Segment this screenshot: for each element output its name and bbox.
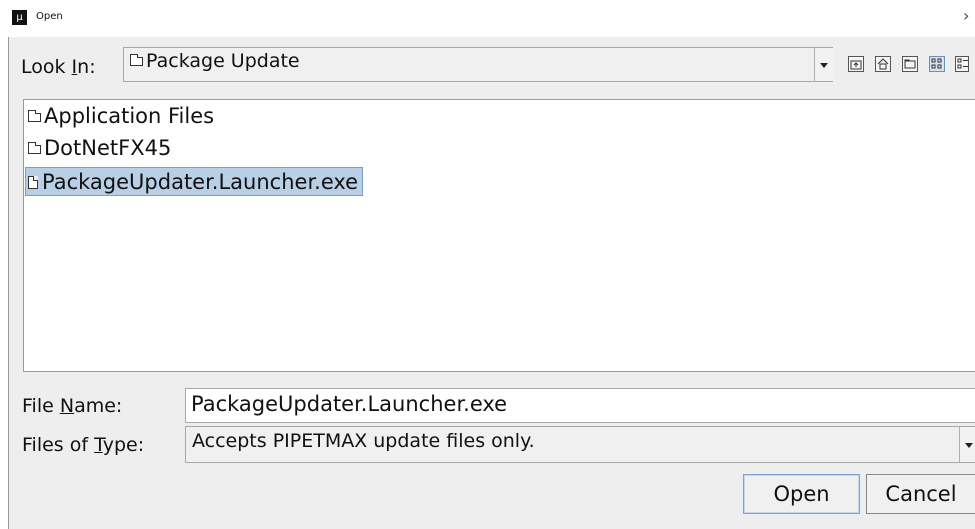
app-icon: µ (12, 10, 27, 25)
home-icon[interactable] (875, 56, 891, 72)
folder-icon (130, 54, 143, 66)
up-one-level-icon[interactable] (848, 56, 864, 72)
file-name-label: File Name: (22, 395, 123, 417)
file-list[interactable]: Application Files DotNetFX45 PackageUpda… (23, 99, 975, 372)
window-title: Open (36, 11, 63, 22)
look-in-dropdown-arrow[interactable] (814, 48, 833, 81)
title-bar: µ Open › (0, 0, 975, 37)
new-folder-icon[interactable] (902, 56, 918, 72)
folder-icon (28, 142, 41, 154)
details-view-icon[interactable] (955, 56, 969, 72)
open-button[interactable]: Open (743, 474, 860, 514)
file-type-combo[interactable]: Accepts PIPETMAX update files only. (185, 426, 975, 463)
list-item-folder[interactable]: Application Files (26, 102, 218, 131)
look-in-label: Look In: (21, 56, 96, 78)
file-type-dropdown-arrow[interactable] (959, 427, 975, 462)
close-icon[interactable]: › (963, 6, 969, 25)
list-view-icon[interactable] (929, 56, 945, 72)
file-icon (28, 176, 38, 189)
list-item-file-selected[interactable]: PackageUpdater.Launcher.exe (25, 167, 364, 196)
folder-icon (28, 110, 41, 122)
list-item-folder[interactable]: DotNetFX45 (26, 134, 175, 163)
open-dialog: Look In: Package Update Application File… (8, 37, 975, 529)
file-type-label: Files of Type: (22, 434, 145, 456)
look-in-value: Package Update (146, 50, 300, 72)
file-name-input[interactable]: PackageUpdater.Launcher.exe (185, 388, 975, 423)
cancel-button[interactable]: Cancel (866, 474, 975, 514)
look-in-combo[interactable]: Package Update (123, 47, 833, 82)
